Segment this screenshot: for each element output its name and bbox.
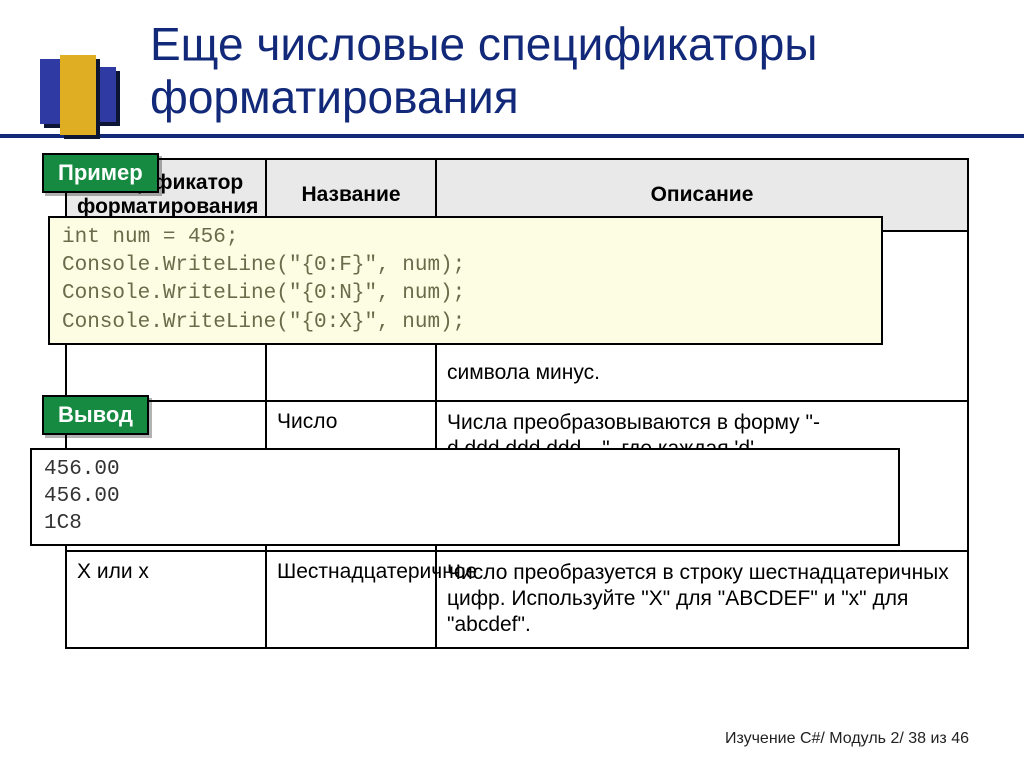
slide: Еще числовые спецификаторы форматировани… [0,0,1024,768]
title-area: Еще числовые спецификаторы форматировани… [0,0,1024,138]
cell-spec: X или x [66,551,266,648]
cell-name: Шестнадцатеричное [266,551,436,648]
example-label: Пример [58,160,143,185]
cell-desc: Число преобразуется в строку шестнадцате… [436,551,968,648]
output-box: 456.00 456.00 1C8 [30,448,900,546]
example-tag: Пример [42,153,159,193]
page-title: Еще числовые спецификаторы форматировани… [150,18,964,124]
slide-footer: Изучение C#/ Модуль 2/ 38 из 46 [725,730,969,748]
content-area: Спецификатор форматирования Название Опи… [0,138,1024,649]
desc-tail: символа минус. [447,361,600,384]
code-box: int num = 456; Console.WriteLine("{0:F}"… [48,216,883,345]
table-row: X или x Шестнадцатеричное Число преобраз… [66,551,968,648]
logo-icon [40,55,130,135]
output-tag: Вывод [42,395,149,435]
output-label: Вывод [58,402,133,427]
